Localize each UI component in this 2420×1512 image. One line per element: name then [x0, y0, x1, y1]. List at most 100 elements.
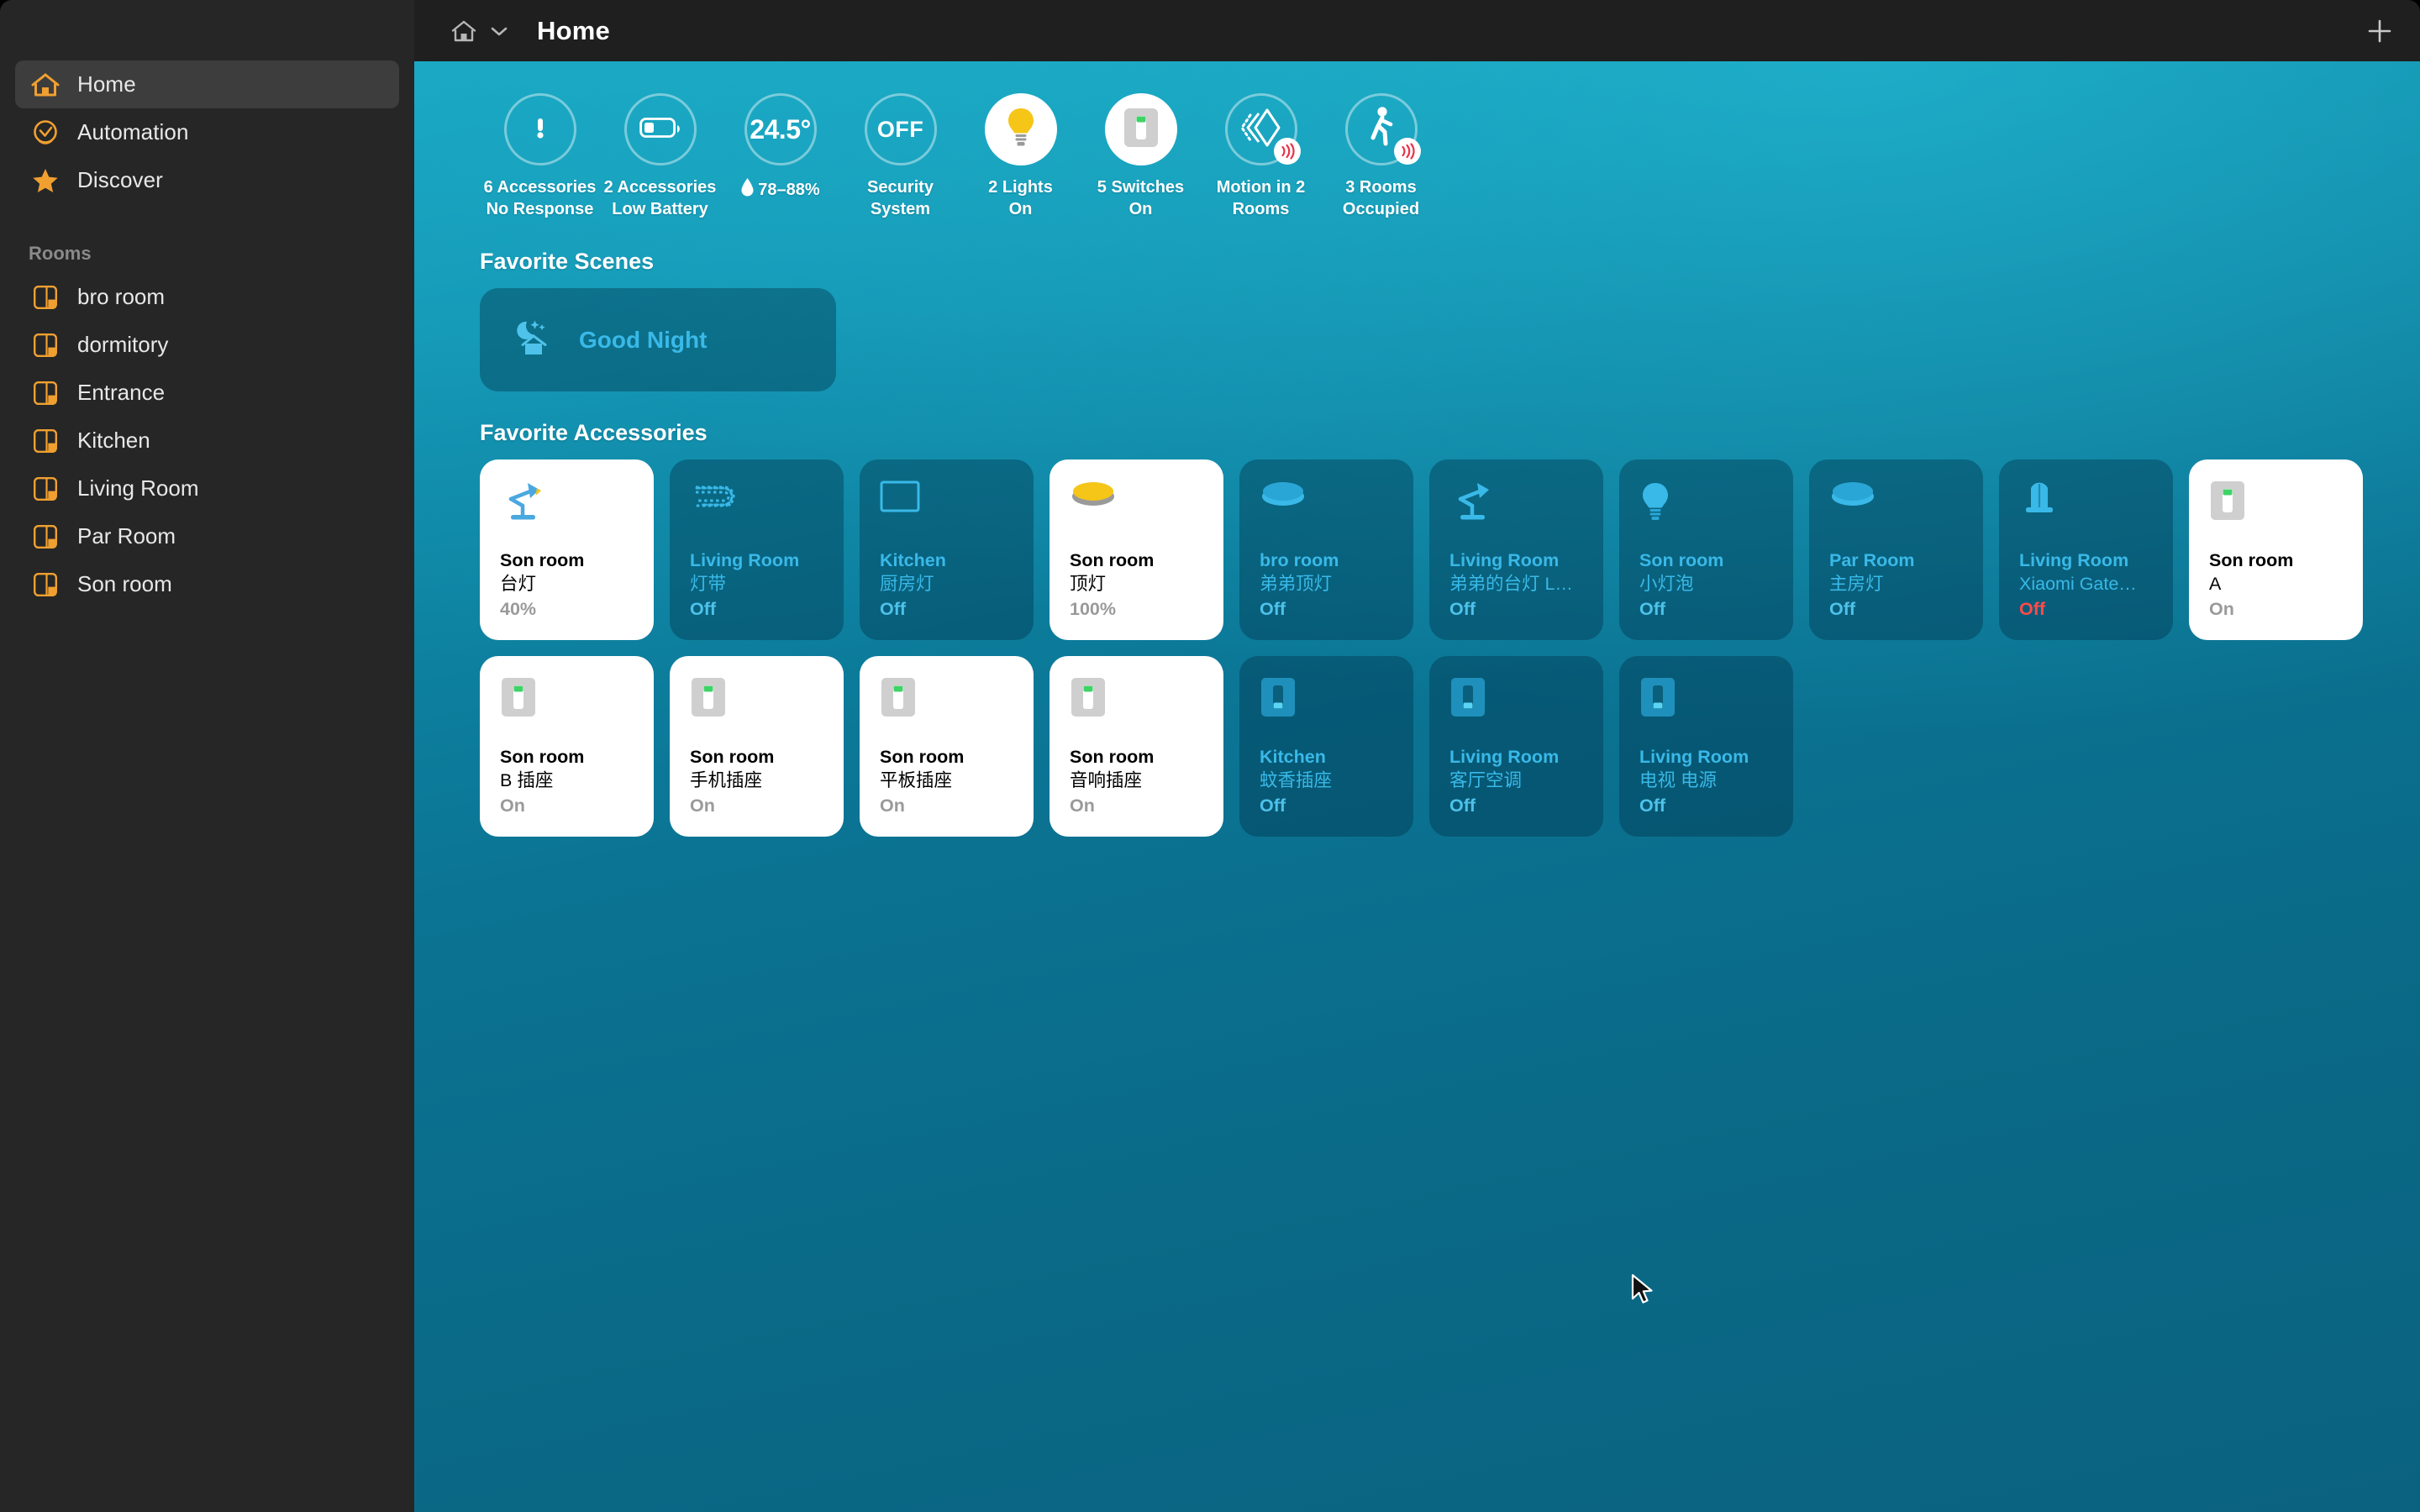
accessory-room: Son room — [500, 549, 642, 572]
sidebar-room-label: Kitchen — [77, 428, 150, 454]
status-circle[interactable] — [624, 93, 697, 165]
accessory-row: Son roomB 插座OnSon room手机插座OnSon room平板插座… — [480, 656, 2420, 837]
accessory-name: 电视 电源 — [1639, 769, 1781, 793]
plus-icon[interactable] — [2361, 13, 2398, 50]
accessory-card[interactable]: Son room手机插座On — [670, 656, 844, 837]
status-label: 2 LightsOn — [988, 177, 1053, 220]
wireless-alert-badge-icon — [1394, 138, 1421, 165]
accessory-state: 40% — [500, 597, 642, 622]
sidebar-room-item[interactable]: dormitory — [15, 321, 399, 369]
accessory-card[interactable]: Son roomAOn — [2189, 459, 2363, 640]
accessory-state: Off — [1449, 597, 1591, 622]
accessory-room: Living Room — [2019, 549, 2161, 572]
sidebar-item-discover[interactable]: Discover — [15, 156, 399, 204]
accessory-card[interactable]: Living Room电视 电源Off — [1619, 656, 1793, 837]
status-cell[interactable]: Motion in 2Rooms — [1201, 93, 1321, 220]
accessory-text: bro room弟弟顶灯Off — [1260, 549, 1402, 622]
room-icon — [29, 520, 62, 554]
accessory-name: 灯带 — [690, 572, 832, 596]
status-circle[interactable] — [985, 93, 1057, 165]
desk-lamp-icon — [1449, 480, 1586, 528]
accessory-card[interactable]: Living RoomXiaomi Gate…Off — [1999, 459, 2173, 640]
sidebar-room-item[interactable]: Kitchen — [15, 417, 399, 465]
scene-card-good-night[interactable]: Good Night — [480, 288, 836, 391]
room-icon — [29, 328, 62, 362]
accessory-text: Son room顶灯100% — [1070, 549, 1212, 622]
status-cell[interactable]: 3 RoomsOccupied — [1321, 93, 1441, 220]
status-circle[interactable]: 24.5° — [744, 93, 817, 165]
accessory-state: Off — [1829, 597, 1971, 622]
room-icon — [29, 472, 62, 506]
accessory-state: Off — [1639, 597, 1781, 622]
exclamation-icon — [526, 113, 555, 146]
accessory-card[interactable]: Son roomB 插座On — [480, 656, 654, 837]
accessory-room: Son room — [690, 745, 832, 769]
main-area: Home 6 AccessoriesNo Response2 Accessori… — [414, 0, 2420, 1512]
chevron-down-icon[interactable] — [488, 20, 510, 42]
sidebar-room-item[interactable]: Entrance — [15, 369, 399, 417]
accessory-card[interactable]: Son room音响插座On — [1050, 656, 1223, 837]
ceiling-light-icon — [1260, 480, 1397, 528]
accessory-room: Living Room — [1639, 745, 1781, 769]
favorite-accessories-heading: Favorite Accessories — [480, 420, 2420, 446]
house-icon[interactable] — [450, 17, 478, 45]
status-circle[interactable] — [1345, 93, 1418, 165]
sidebar-item-label: Discover — [77, 167, 163, 193]
status-cell[interactable]: 5 SwitchesOn — [1081, 93, 1201, 220]
accessory-card[interactable]: Living Room客厅空调Off — [1429, 656, 1603, 837]
switch-icon — [1449, 676, 1586, 725]
status-circle[interactable]: OFF — [865, 93, 937, 165]
house-icon — [29, 68, 62, 102]
accessory-card[interactable]: Son room小灯泡Off — [1619, 459, 1793, 640]
status-cell[interactable]: 24.5° 78–88% — [720, 93, 840, 220]
accessory-card[interactable]: bro room弟弟顶灯Off — [1239, 459, 1413, 640]
droplet-icon — [740, 177, 755, 204]
switch-icon — [1260, 676, 1397, 725]
sidebar-item-automation[interactable]: Automation — [15, 108, 399, 156]
status-cell[interactable]: 6 AccessoriesNo Response — [480, 93, 600, 220]
panel-light-icon — [880, 480, 1017, 528]
status-label: 78–88% — [740, 177, 819, 204]
sidebar-item-home[interactable]: Home — [15, 60, 399, 108]
accessory-card[interactable]: Son room平板插座On — [860, 656, 1034, 837]
accessory-card[interactable]: Son room顶灯100% — [1050, 459, 1223, 640]
accessory-name: 手机插座 — [690, 769, 832, 793]
status-cell[interactable]: 2 AccessoriesLow Battery — [600, 93, 720, 220]
accessory-state: Off — [1260, 597, 1402, 622]
accessory-name: 音响插座 — [1070, 769, 1212, 793]
accessory-card[interactable]: Par Room主房灯Off — [1809, 459, 1983, 640]
status-cell[interactable]: OFFSecurity System — [840, 93, 960, 220]
accessory-card[interactable]: Kitchen蚊香插座Off — [1239, 656, 1413, 837]
accessory-text: Son roomB 插座On — [500, 745, 642, 818]
status-circle[interactable] — [504, 93, 576, 165]
sidebar-room-item[interactable]: Par Room — [15, 512, 399, 560]
favorite-accessories-grid: Son room台灯40%Living Room灯带OffKitchen厨房灯O… — [480, 459, 2420, 837]
accessory-card[interactable]: Son room台灯40% — [480, 459, 654, 640]
titlebar: Home — [414, 0, 2420, 61]
accessory-state: Off — [1260, 794, 1402, 818]
lightbulb-icon — [1639, 480, 1776, 528]
accessory-card[interactable]: Living Room弟弟的台灯 L…Off — [1429, 459, 1603, 640]
switch-icon — [2209, 480, 2346, 528]
accessory-state: On — [2209, 597, 2351, 622]
status-label: Motion in 2Rooms — [1217, 177, 1306, 220]
accessory-card[interactable]: Kitchen厨房灯Off — [860, 459, 1034, 640]
room-icon — [29, 281, 62, 314]
accessory-card[interactable]: Living Room灯带Off — [670, 459, 844, 640]
accessory-name: A — [2209, 572, 2351, 596]
sidebar-room-item[interactable]: Living Room — [15, 465, 399, 512]
status-label: 5 SwitchesOn — [1097, 177, 1184, 220]
sidebar-room-item[interactable]: Son room — [15, 560, 399, 608]
accessory-name: 平板插座 — [880, 769, 1022, 793]
accessory-name: 小灯泡 — [1639, 572, 1781, 596]
status-circle[interactable] — [1225, 93, 1297, 165]
sidebar-item-label: Automation — [77, 119, 189, 145]
accessory-room: Living Room — [1449, 745, 1591, 769]
sidebar-room-item[interactable]: bro room — [15, 273, 399, 321]
accessory-state: 100% — [1070, 597, 1212, 622]
status-cell[interactable]: 2 LightsOn — [960, 93, 1081, 220]
favorite-scenes-heading: Favorite Scenes — [480, 249, 2420, 275]
humidity-value: 78–88% — [758, 180, 819, 202]
battery-low-icon — [639, 116, 681, 144]
status-circle[interactable] — [1105, 93, 1177, 165]
